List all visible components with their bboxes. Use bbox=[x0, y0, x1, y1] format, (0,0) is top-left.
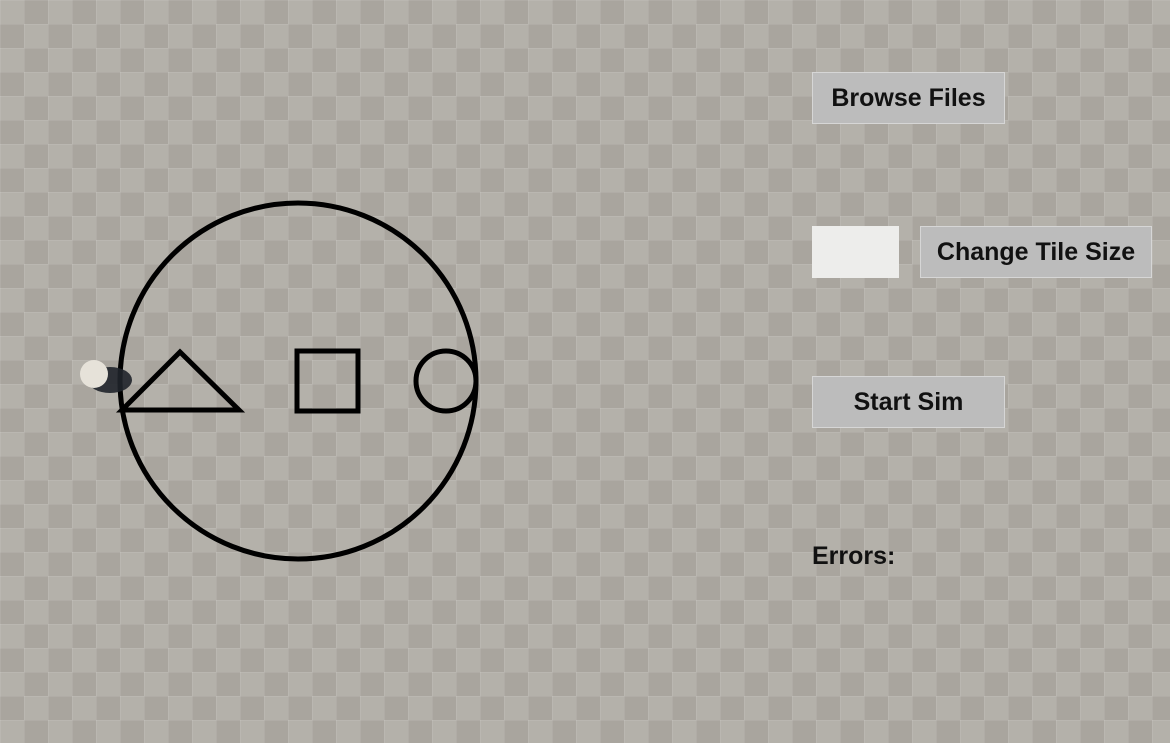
robot-body bbox=[80, 360, 108, 388]
robot-marker bbox=[80, 360, 132, 393]
simulation-scene bbox=[0, 0, 560, 743]
triangle-shape bbox=[115, 348, 246, 413]
square-shape bbox=[294, 348, 361, 414]
scene-canvas bbox=[80, 200, 479, 562]
small-circle-shape bbox=[413, 348, 479, 414]
start-sim-button[interactable]: Start Sim bbox=[812, 376, 1005, 428]
change-tile-size-button[interactable]: Change Tile Size bbox=[920, 226, 1152, 278]
browse-files-button[interactable]: Browse Files bbox=[812, 72, 1005, 124]
tile-size-input[interactable] bbox=[812, 226, 899, 278]
errors-label: Errors: bbox=[812, 542, 896, 570]
